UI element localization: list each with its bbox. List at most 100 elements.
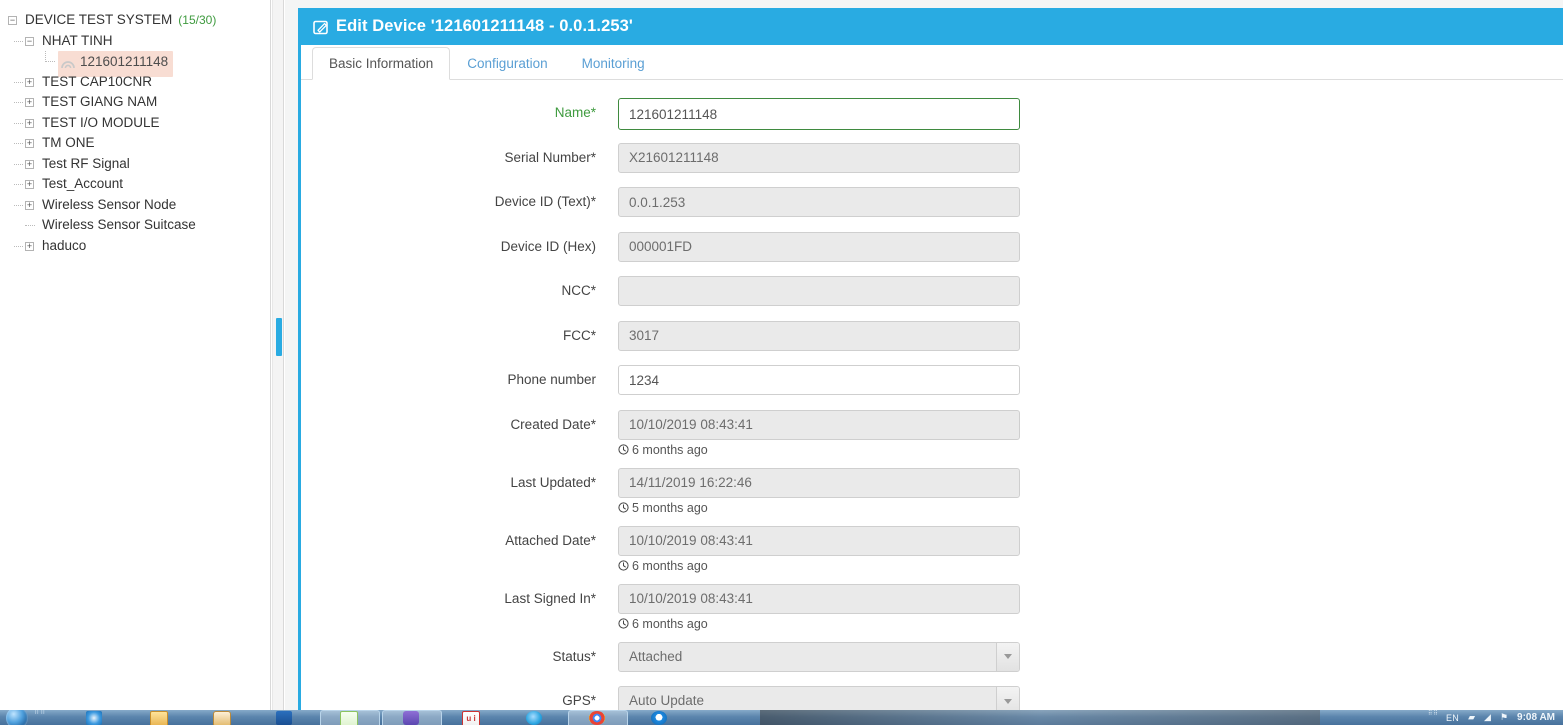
input-device-id-hex[interactable] — [618, 231, 1020, 262]
tab-monitoring[interactable]: Monitoring — [565, 47, 662, 80]
field-last-updated: 5 months ago — [618, 467, 1020, 515]
edit-square-icon — [313, 19, 329, 35]
hint-text: 6 months ago — [632, 442, 708, 457]
tree-node-121601211148[interactable]: 121601211148 — [0, 51, 270, 77]
action-center-icon[interactable]: ⚑ — [1500, 712, 1508, 723]
clock[interactable]: 9:08 AM — [1517, 712, 1555, 723]
tree-node-device-test-system[interactable]: − DEVICE TEST SYSTEM (15/30) — [0, 10, 270, 31]
tree-node-text: NHAT TINH — [42, 32, 113, 48]
volume-icon[interactable]: ◢ — [1484, 712, 1491, 723]
tree-toggle-collapse[interactable]: − — [25, 36, 34, 46]
media-player-icon[interactable] — [213, 711, 231, 725]
tree-toggle-collapse[interactable]: − — [8, 16, 17, 25]
select-value: Attached — [629, 648, 683, 664]
splitter-handle[interactable] — [276, 318, 282, 356]
label-last-signed-in: Last Signed In* — [504, 590, 596, 606]
label-device-id-hex: Device ID (Hex) — [500, 238, 596, 254]
input-device-id-text[interactable] — [618, 187, 1020, 217]
clock-icon — [618, 560, 629, 571]
input-last-signed-in[interactable] — [618, 583, 1020, 614]
tree-node-label: Wireless Sensor Node — [42, 195, 176, 216]
tree-node-text: Test_Account — [42, 176, 124, 191]
tree-node-haduco[interactable]: + haduco — [0, 236, 270, 257]
input-fcc[interactable] — [618, 320, 1020, 351]
tree-connector — [14, 143, 23, 144]
tree-node-wireless-sensor-suitcase[interactable]: Wireless Sensor Suitcase — [0, 215, 270, 236]
tree-node-text: Wireless Sensor Suitcase — [42, 217, 196, 232]
label-ncc: NCC* — [561, 283, 596, 298]
unikey-icon[interactable]: u i — [462, 711, 480, 725]
tree-node-test-giang-nam[interactable]: + TEST GIANG NAM — [0, 92, 270, 113]
tray-grip[interactable]: ⠿⠿ — [1428, 711, 1438, 722]
tree-toggle-expand[interactable]: + — [25, 98, 34, 107]
label-attached-date: Attached Date* — [505, 532, 596, 548]
chevron-down-icon[interactable] — [996, 687, 1019, 710]
panel-header: Edit Device '121601211148 - 0.0.1.253' — [301, 8, 1563, 45]
tree-connector — [14, 102, 23, 103]
file-explorer-icon[interactable] — [150, 711, 168, 725]
tree-node-nhat-tinh[interactable]: − NHAT TINH — [0, 31, 270, 52]
tree-toggle-expand[interactable]: + — [25, 241, 34, 251]
tree-node-label: Test RF Signal — [42, 154, 130, 175]
tree-toggle-expand[interactable]: + — [25, 118, 34, 128]
tree-node-test-cap10cnr[interactable]: + TEST CAP10CNR — [0, 72, 270, 93]
internet-explorer-icon[interactable] — [86, 711, 102, 725]
tree-toggle-expand[interactable]: + — [25, 200, 34, 210]
input-created-date[interactable] — [618, 409, 1020, 440]
tree-toggle-expand[interactable]: + — [25, 159, 34, 169]
tree-toggle-expand[interactable]: + — [25, 180, 34, 189]
tree-node-label: TEST I/O MODULE — [42, 113, 160, 134]
field-fcc — [618, 320, 1020, 351]
chrome-icon[interactable] — [589, 711, 605, 725]
label-device-id-text: Device ID (Text)* — [494, 194, 596, 209]
skype-icon[interactable] — [526, 711, 542, 725]
input-attached-date[interactable] — [618, 525, 1020, 556]
taskbar-grip[interactable]: ⠿⠿ — [34, 710, 45, 723]
tab-configuration[interactable]: Configuration — [450, 47, 564, 80]
input-serial-number[interactable] — [618, 142, 1020, 173]
tree-node-label: TM ONE — [42, 133, 95, 154]
outlook-icon[interactable] — [276, 711, 292, 725]
tree-node-test-account[interactable]: + Test_Account — [0, 174, 270, 195]
clock-icon — [618, 502, 629, 513]
form-row: GPS* Auto Update — [301, 686, 1563, 710]
tree-connector-vertical — [45, 51, 46, 62]
form-row: Device ID (Text)* — [301, 187, 1563, 232]
basic-information-form: Name* Serial Number* Device ID (Text)* Devi… — [301, 80, 1563, 710]
start-button[interactable] — [6, 710, 28, 725]
select-gps[interactable]: Auto Update — [618, 686, 1020, 710]
hint-last-updated: 5 months ago — [618, 501, 1020, 515]
zalo-icon[interactable] — [651, 711, 667, 725]
tree-node-test-i-o-module[interactable]: + TEST I/O MODULE — [0, 113, 270, 134]
input-phone-number[interactable] — [618, 365, 1020, 395]
field-serial-number — [618, 142, 1020, 173]
form-row: NCC* — [301, 276, 1563, 321]
hint-text: 5 months ago — [632, 500, 708, 515]
clock-icon — [618, 444, 629, 455]
tree-node-tm-one[interactable]: + TM ONE — [0, 133, 270, 154]
tab-basic-information[interactable]: Basic Information — [312, 46, 451, 80]
tree-node-test-rf-signal[interactable]: + Test RF Signal — [0, 154, 270, 175]
input-name[interactable] — [618, 98, 1020, 130]
panel-splitter[interactable] — [272, 0, 284, 710]
foxit-reader-icon[interactable] — [340, 711, 358, 725]
tree-toggle-expand[interactable]: + — [25, 77, 34, 87]
tree-node-text: 121601211148 — [80, 54, 169, 69]
tree-node-wireless-sensor-node[interactable]: + Wireless Sensor Node — [0, 195, 270, 216]
tree-node-label: TEST GIANG NAM — [42, 92, 157, 113]
teams-icon[interactable] — [403, 711, 419, 725]
select-status[interactable]: Attached — [618, 641, 1020, 672]
field-ncc — [618, 276, 1020, 306]
tab-bar: Basic Information Configuration Monitoring — [301, 45, 1563, 80]
field-phone-number — [618, 365, 1020, 395]
panel-title: Edit Device '121601211148 - 0.0.1.253' — [336, 17, 633, 35]
input-last-updated[interactable] — [618, 467, 1020, 498]
tree-toggle-expand[interactable]: + — [25, 139, 34, 148]
input-ncc[interactable] — [618, 276, 1020, 306]
chevron-down-icon[interactable] — [996, 642, 1019, 671]
language-indicator[interactable]: EN — [1446, 713, 1459, 723]
field-last-signed-in: 6 months ago — [618, 583, 1020, 631]
hint-created-date: 6 months ago — [618, 443, 1020, 457]
network-icon[interactable]: ▰ — [1468, 712, 1475, 723]
field-gps: Auto Update — [618, 686, 1020, 710]
